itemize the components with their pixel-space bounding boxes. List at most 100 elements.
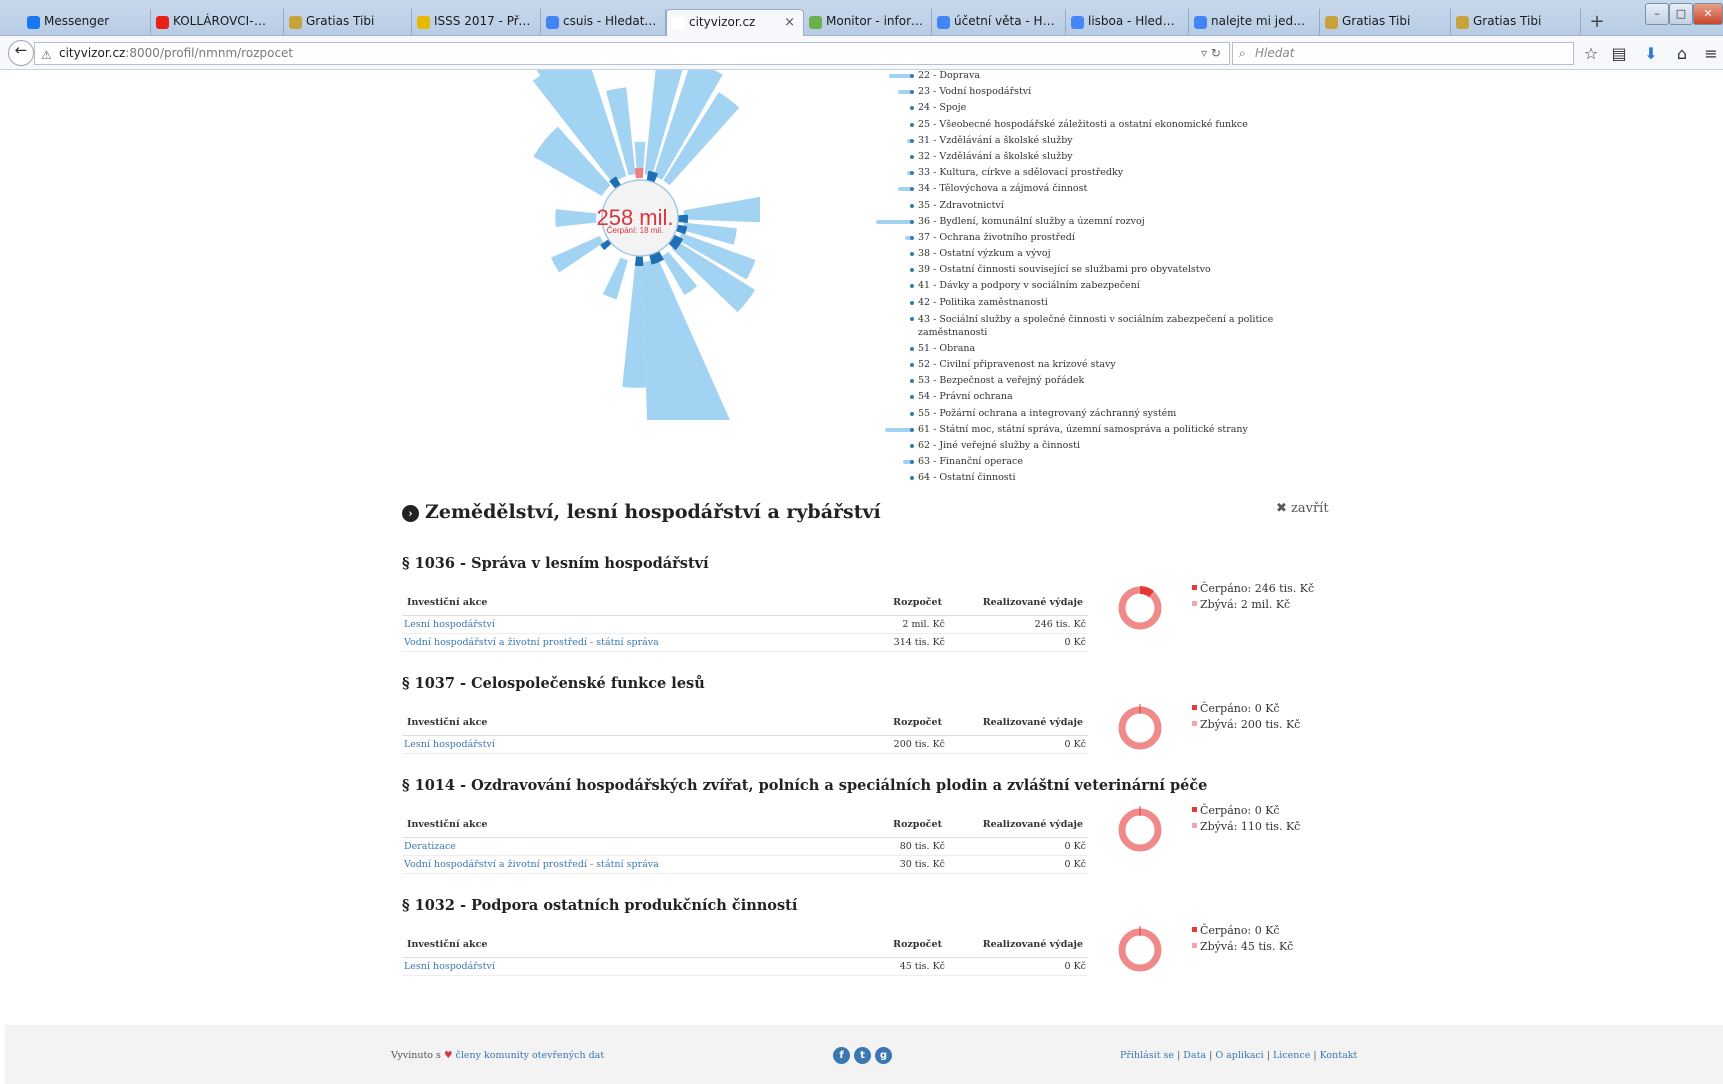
tab-favicon-icon <box>1071 16 1084 29</box>
legend-item[interactable]: 34 - Tělovýchova a zájmová činnost <box>880 181 1300 197</box>
url-host: cityvizor.cz <box>59 46 126 60</box>
category-wedge[interactable] <box>602 257 628 300</box>
legend-dot <box>910 106 914 111</box>
paragraph-title: § 1037 - Celospolečenské funkce lesů <box>402 675 705 692</box>
legend-item[interactable]: 23 - Vodní hospodářství <box>880 84 1300 100</box>
browser-tab[interactable]: csuis - Hledat Go... <box>541 9 666 36</box>
remaining-label: Zbývá: 110 tis. Kč <box>1200 820 1301 833</box>
investment-link[interactable]: Vodní hospodářství a životní prostředí -… <box>404 637 659 648</box>
legend-item[interactable]: 43 - Sociální služby a společné činnosti… <box>880 311 1300 341</box>
new-tab-button[interactable]: + <box>1585 10 1609 34</box>
reading-list-icon[interactable]: ▤ <box>1608 44 1630 64</box>
budget-radial-chart[interactable] <box>520 70 760 420</box>
donut-legend: Čerpáno: 0 Kč Zbývá: 200 tis. Kč <box>1192 701 1300 733</box>
facebook-icon[interactable]: f <box>833 1047 850 1064</box>
bookmark-star-icon[interactable]: ☆ <box>1580 44 1602 64</box>
minimize-button[interactable]: – <box>1645 3 1669 25</box>
legend-item[interactable]: 37 - Ochrana životního prostředí <box>880 230 1300 246</box>
legend-label: 63 - Finanční operace <box>918 456 1023 468</box>
legend-item[interactable]: 54 - Právní ochrana <box>880 389 1300 405</box>
browser-tab[interactable]: Gratias Tibi <box>284 9 412 36</box>
close-tab-icon[interactable]: × <box>784 10 795 35</box>
menu-icon[interactable]: ≡ <box>1700 44 1722 64</box>
download-icon[interactable]: ⬇ <box>1640 44 1662 64</box>
browser-tab[interactable]: cityvizor.cz × <box>666 9 804 36</box>
address-bar[interactable]: ⚠ cityvizor.cz:8000/profil/nmnm/rozpocet… <box>34 42 1230 65</box>
footer-link[interactable]: Kontakt <box>1320 1050 1358 1061</box>
legend-item[interactable]: 61 - Státní moc, státní správa, územní s… <box>880 422 1300 438</box>
tab-label: nalejte mi jedno č... <box>1211 14 1320 28</box>
footer-link[interactable]: O aplikaci <box>1215 1050 1263 1061</box>
category-wedge[interactable] <box>683 194 760 223</box>
investment-table: Investiční akce Rozpočet Realizované výd… <box>402 813 1088 874</box>
legend-label: 35 - Zdravotnictví <box>918 199 1004 211</box>
footer-link[interactable]: Přihlásit se <box>1120 1050 1174 1061</box>
legend-item[interactable]: 38 - Ostatní výzkum a vývoj <box>880 246 1300 262</box>
legend-item[interactable]: 64 - Ostatní činnosti <box>880 470 1300 486</box>
col-action-header: Investiční akce <box>402 591 867 616</box>
legend-item[interactable]: 32 - Vzdělávání a školské služby <box>880 149 1300 165</box>
remaining-label: Zbývá: 200 tis. Kč <box>1200 718 1301 731</box>
legend-item[interactable]: 51 - Obrana <box>880 341 1300 357</box>
investment-link[interactable]: Deratizace <box>404 841 456 852</box>
donut-legend: Čerpáno: 246 tis. Kč Zbývá: 2 mil. Kč <box>1192 581 1314 613</box>
selected-wedge[interactable] <box>634 167 644 179</box>
maximize-button[interactable]: □ <box>1669 3 1693 25</box>
search-input[interactable]: ⌕ Hledat <box>1232 42 1574 65</box>
legend-item[interactable]: 53 - Bezpečnost a veřejný pořádek <box>880 373 1300 389</box>
browser-tab[interactable]: Gratias Tibi <box>1320 9 1451 36</box>
legend-item[interactable]: 25 - Všeobecné hospodářské záležitosti a… <box>880 117 1300 133</box>
spent-arc[interactable] <box>634 255 644 267</box>
home-icon[interactable]: ⌂ <box>1671 44 1693 64</box>
github-icon[interactable]: g <box>875 1047 892 1064</box>
browser-tab[interactable]: Messenger <box>22 9 151 36</box>
paragraph-title: § 1036 - Správa v lesním hospodářství <box>402 555 709 572</box>
legend-item[interactable]: 24 - Spoje <box>880 100 1300 116</box>
close-detail-link[interactable]: ✖ zavřít <box>1276 501 1329 516</box>
browser-tab[interactable]: ISSS 2017 - Předb... <box>412 9 541 36</box>
legend-item[interactable]: 22 - Doprava <box>880 68 1300 84</box>
investment-link[interactable]: Lesní hospodářství <box>404 619 495 630</box>
legend-item[interactable]: 55 - Požární ochrana a integrovaný záchr… <box>880 406 1300 422</box>
remaining-legend-item: Zbývá: 45 tis. Kč <box>1192 939 1293 955</box>
legend-dot <box>910 427 914 432</box>
window-close-button[interactable]: ✕ <box>1693 3 1723 25</box>
browser-tab[interactable]: Gratias Tibi <box>1451 9 1581 36</box>
reload-icon[interactable]: ▿ ↻ <box>1201 43 1221 64</box>
browser-tab[interactable]: nalejte mi jedno č... <box>1189 9 1320 36</box>
legend-item[interactable]: 52 - Civilní připravenost na krizové sta… <box>880 357 1300 373</box>
footer-link[interactable]: Data <box>1183 1050 1206 1061</box>
legend-item[interactable]: 41 - Dávky a podpory v sociálním zabezpe… <box>880 278 1300 294</box>
col-budget-header: Rozpočet <box>867 591 947 616</box>
browser-tab[interactable]: lisboa - Hledat G... <box>1066 9 1189 36</box>
legend-dot <box>910 171 914 176</box>
legend-item[interactable]: 33 - Kultura, církve a sdělovací prostře… <box>880 165 1300 181</box>
investment-link[interactable]: Lesní hospodářství <box>404 739 495 750</box>
legend-item[interactable]: 35 - Zdravotnictví <box>880 198 1300 214</box>
legend-item[interactable]: 63 - Finanční operace <box>880 454 1300 470</box>
legend-item[interactable]: 42 - Politika zaměstnanosti <box>880 295 1300 311</box>
investment-link[interactable]: Lesní hospodářství <box>404 961 495 972</box>
browser-tab[interactable]: KOLLÁROVCI-GO... <box>151 9 284 36</box>
legend-item[interactable]: 39 - Ostatní činnosti související se slu… <box>880 262 1300 278</box>
tab-label: Gratias Tibi <box>1342 14 1411 28</box>
legend-dot <box>910 300 914 305</box>
legend-dot <box>910 187 914 192</box>
browser-tab[interactable]: Monitor - inform... <box>804 9 932 36</box>
investment-table: Investiční akce Rozpočet Realizované výd… <box>402 591 1088 652</box>
investment-table: Investiční akce Rozpočet Realizované výd… <box>402 933 1088 976</box>
category-wedge[interactable] <box>550 235 604 273</box>
footer-link[interactable]: Licence <box>1273 1050 1310 1061</box>
legend-dot <box>910 316 914 321</box>
legend-item[interactable]: 62 - Jiné veřejné služby a činnosti <box>880 438 1300 454</box>
back-arrow-icon[interactable]: ← <box>8 40 34 66</box>
investment-link[interactable]: Vodní hospodářství a životní prostředí -… <box>404 859 659 870</box>
browser-tab[interactable]: účetní věta - Hled... <box>932 9 1066 36</box>
legend-dot <box>910 74 914 78</box>
legend-item[interactable]: 31 - Vzdělávání a školské služby <box>880 133 1300 149</box>
tab-favicon-icon <box>27 16 40 29</box>
twitter-icon[interactable]: t <box>854 1047 871 1064</box>
legend-item[interactable]: 36 - Bydlení, komunální služby a územní … <box>876 214 1300 230</box>
community-link[interactable]: členy komunity otevřených dat <box>456 1050 605 1061</box>
link-separator: | <box>1174 1050 1184 1061</box>
